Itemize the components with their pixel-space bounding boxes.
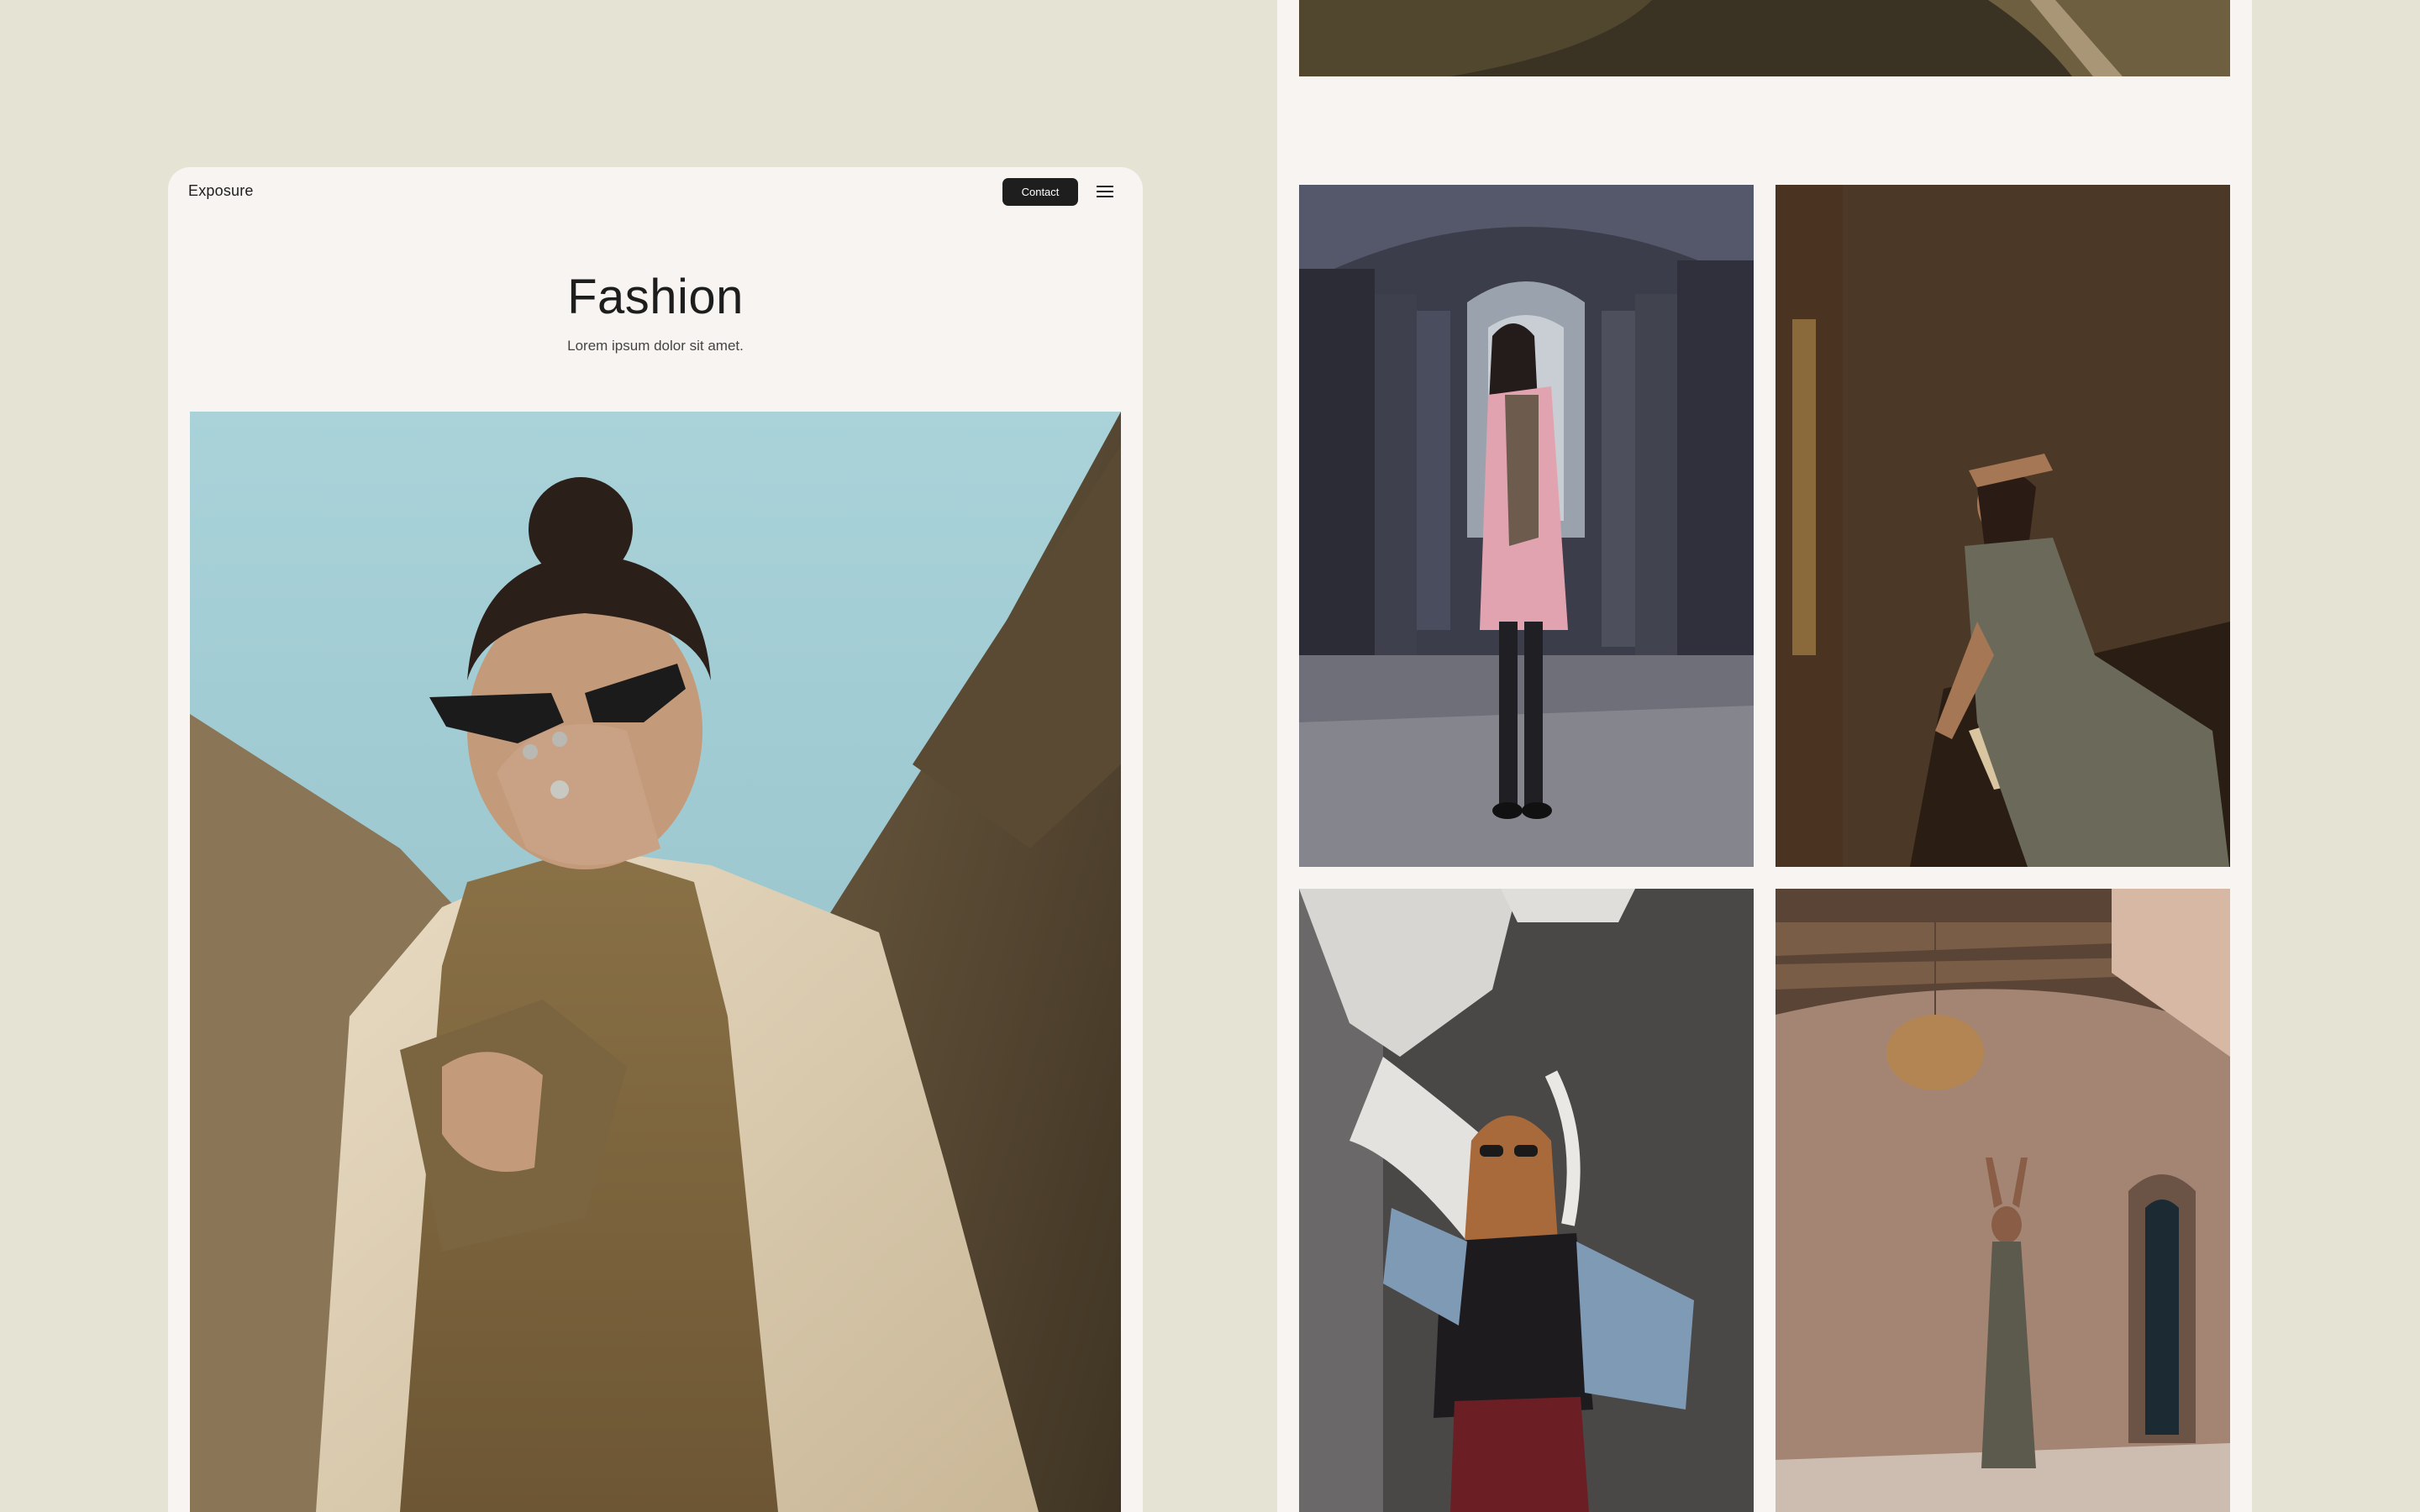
woman-sunglasses-mural-photo[interactable] [1299, 889, 1754, 1512]
woman-pink-coat-arcade-photo[interactable] [1299, 185, 1754, 867]
page-title: Fashion [567, 270, 744, 324]
top-navbar: Exposure Contact [168, 167, 1143, 218]
mobile-page-card: Exposure Contact Fashion Lorem ipsum dol… [168, 167, 1143, 1512]
hamburger-menu-icon[interactable] [1096, 181, 1114, 202]
woman-dress-arched-room-photo[interactable] [1776, 889, 2230, 1512]
hero-fashion-photo[interactable] [190, 412, 1121, 1512]
page-subtitle: Lorem ipsum dolor sit amet. [567, 338, 744, 354]
woman-shading-eyes-sunlight-photo[interactable] [1776, 185, 2230, 867]
top-cropped-photo[interactable] [1299, 0, 2230, 76]
contact-button[interactable]: Contact [1002, 178, 1078, 206]
brand-logo-text[interactable]: Exposure [188, 182, 254, 200]
gallery-panel [1277, 0, 2252, 1512]
